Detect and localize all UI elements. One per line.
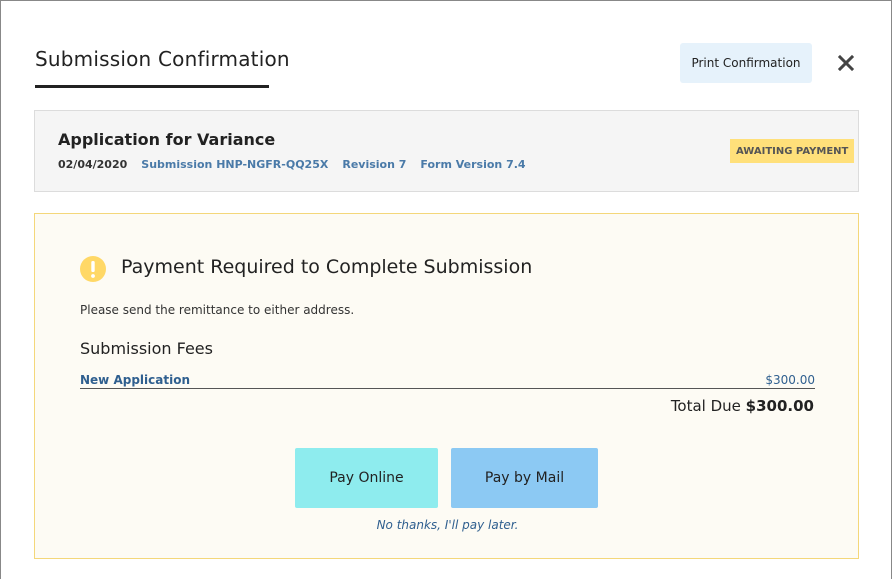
submission-date: 02/04/2020 [58, 158, 128, 171]
form-version-link[interactable]: Form Version 7.4 [420, 158, 525, 171]
total-amount: $300.00 [745, 397, 814, 415]
fees-heading: Submission Fees [80, 339, 213, 358]
pay-by-mail-button[interactable]: Pay by Mail [451, 448, 598, 508]
title-underline [35, 85, 269, 88]
application-meta: 02/04/2020 Submission HNP-NGFR-QQ25X Rev… [58, 158, 526, 171]
warning-icon [80, 256, 106, 282]
submission-confirmation-modal: Submission Confirmation Print Confirmati… [0, 0, 892, 579]
status-badge: AWAITING PAYMENT [730, 139, 855, 163]
fee-row: New Application $300.00 [80, 371, 815, 389]
close-icon [838, 55, 854, 71]
print-confirmation-button[interactable]: Print Confirmation [680, 43, 812, 83]
total-due: Total Due $300.00 [671, 397, 814, 415]
fee-amount: $300.00 [765, 374, 815, 387]
pay-later-link[interactable]: No thanks, I'll pay later. [35, 518, 860, 532]
payment-instructions: Please send the remittance to either add… [80, 303, 355, 317]
payment-panel: Payment Required to Complete Submission … [34, 213, 859, 559]
submission-id-link[interactable]: Submission HNP-NGFR-QQ25X [141, 158, 328, 171]
total-label: Total Due [670, 397, 746, 415]
application-title: Application for Variance [58, 130, 276, 149]
fee-name[interactable]: New Application [80, 374, 190, 388]
revision-link[interactable]: Revision 7 [342, 158, 406, 171]
application-summary: Application for Variance 02/04/2020 Subm… [34, 110, 859, 192]
close-button[interactable] [834, 51, 858, 75]
pay-online-button[interactable]: Pay Online [295, 448, 438, 508]
modal-title: Submission Confirmation [35, 47, 290, 71]
payment-heading: Payment Required to Complete Submission [121, 256, 533, 278]
